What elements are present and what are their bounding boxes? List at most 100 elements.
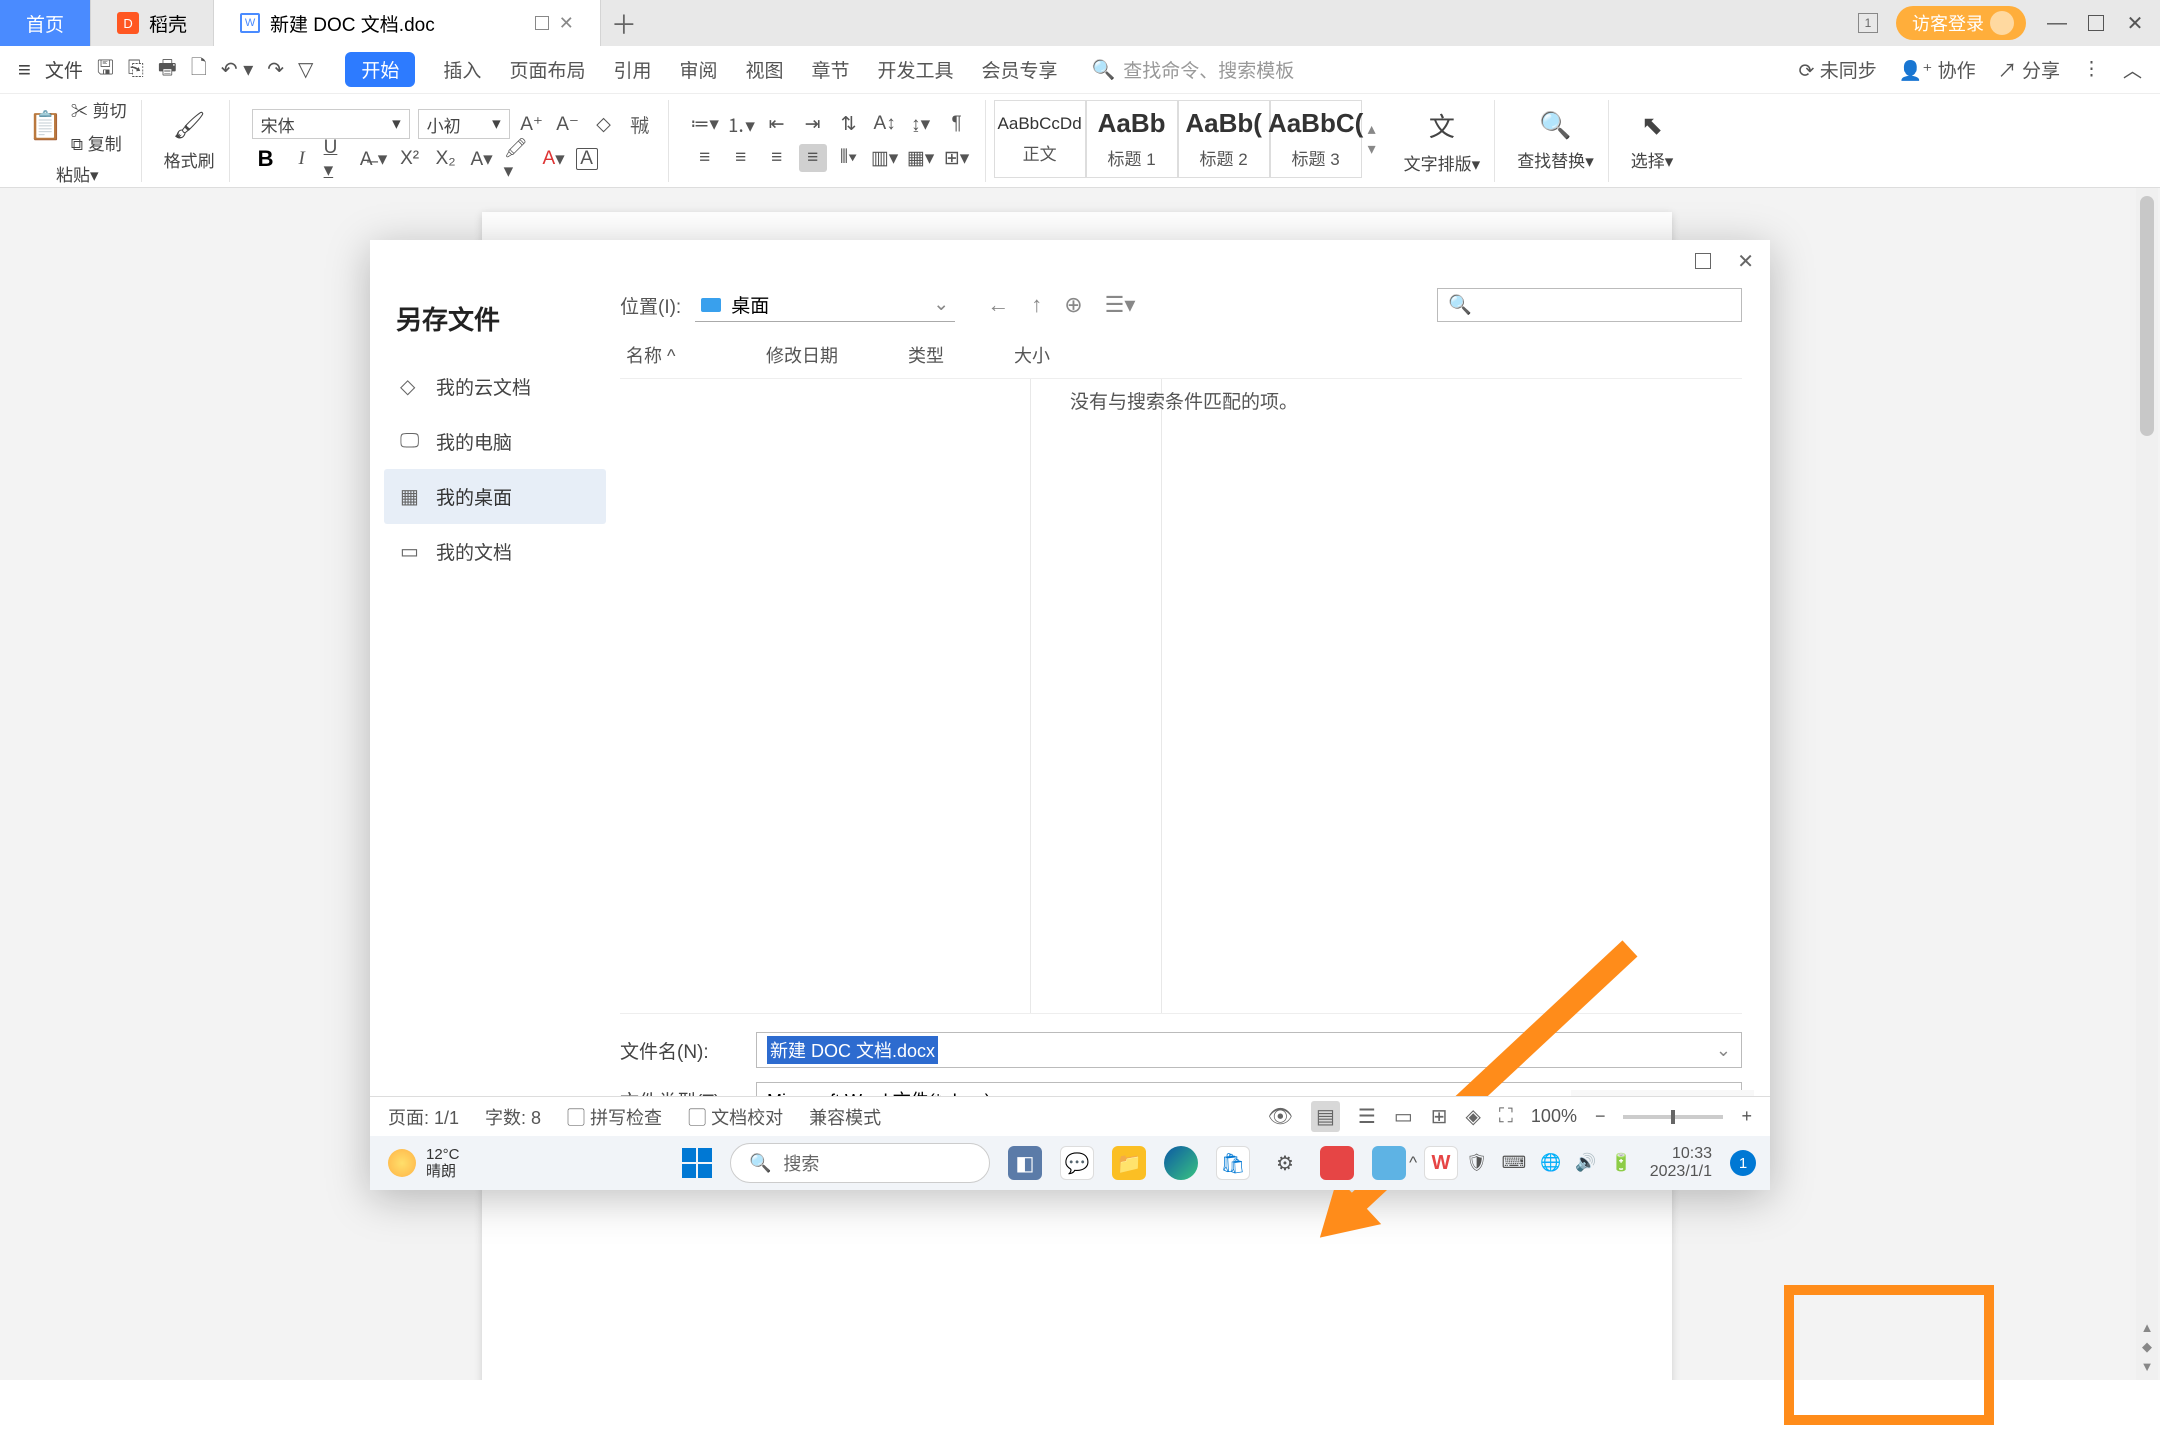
style-heading1[interactable]: AaBb标题 1 — [1086, 100, 1178, 178]
clock[interactable]: 10:332023/1/1 — [1650, 1145, 1712, 1181]
menu-ref[interactable]: 引用 — [613, 56, 651, 83]
app-red-icon[interactable] — [1320, 1146, 1354, 1180]
clear-format-icon[interactable]: ◇ — [590, 110, 618, 138]
columns-icon[interactable]: ▥▾ — [871, 144, 899, 172]
show-marks-icon[interactable]: ¶ — [943, 110, 971, 138]
borders-icon[interactable]: ⊞▾ — [943, 144, 971, 172]
spell-check[interactable]: ▢ 拼写检查 — [567, 1104, 662, 1130]
col-date[interactable]: 修改日期 — [766, 342, 838, 368]
add-tab-button[interactable]: ＋ — [601, 0, 647, 46]
collapse-ribbon-icon[interactable]: ︿ — [2123, 56, 2142, 83]
italic-button[interactable]: I — [288, 145, 316, 173]
menu-view[interactable]: 视图 — [745, 56, 783, 83]
hamburger-icon[interactable]: ≡ — [18, 57, 31, 83]
style-heading3[interactable]: AaBbC(标题 3 — [1270, 100, 1362, 178]
cut-button[interactable]: ✂ 剪切 — [71, 97, 127, 122]
vertical-scrollbar[interactable]: ▲◆▼ — [2136, 188, 2158, 1380]
app-blue-icon[interactable] — [1372, 1146, 1406, 1180]
close-button[interactable]: ✕ — [2122, 11, 2148, 36]
weather-widget[interactable]: 12°C晴朗 — [370, 1146, 460, 1180]
volume-icon[interactable]: 🔊 — [1575, 1153, 1596, 1173]
menu-review[interactable]: 审阅 — [679, 56, 717, 83]
dialog-close-icon[interactable]: ✕ — [1737, 249, 1754, 274]
underline-button[interactable]: U ▾ — [324, 145, 352, 173]
search-command[interactable]: 🔍 查找命令、搜索模板 — [1092, 56, 1295, 83]
style-normal[interactable]: AaBbCcDd正文 — [994, 100, 1086, 178]
tab-close-icon[interactable]: ✕ — [559, 13, 574, 34]
sidebar-my-desktop[interactable]: ▦我的桌面 — [384, 469, 606, 524]
copy-button[interactable]: ⧉ 复制 — [71, 130, 127, 155]
collab-button[interactable]: 👤⁺ 协作 — [1899, 56, 1976, 83]
share-button[interactable]: ↗ 分享 — [1998, 56, 2060, 83]
settings-icon[interactable]: ⚙ — [1268, 1146, 1302, 1180]
maximize-button[interactable] — [2088, 15, 2104, 31]
print-preview-icon[interactable]: 🗋 — [191, 53, 207, 87]
back-icon[interactable]: ← — [987, 292, 1009, 318]
font-color-button[interactable]: A▾ — [540, 145, 568, 173]
fit-icon[interactable]: ⛶ — [1499, 1105, 1513, 1128]
align-justify-icon[interactable]: ≡ — [799, 144, 827, 172]
tab-document[interactable]: W新建 DOC 文档.doc✕ — [214, 0, 601, 46]
page-indicator[interactable]: 页面: 1/1 — [388, 1104, 459, 1130]
menu-dev[interactable]: 开发工具 — [878, 56, 954, 83]
text-effects-button[interactable]: A▾ — [468, 145, 496, 173]
read-view-icon[interactable]: ▭ — [1394, 1104, 1413, 1129]
store-icon[interactable]: 🛍 — [1216, 1146, 1250, 1180]
menu-chapter[interactable]: 章节 — [812, 56, 850, 83]
word-count[interactable]: 字数: 8 — [485, 1104, 541, 1130]
col-size[interactable]: 大小 — [1014, 342, 1050, 368]
align-right-icon[interactable]: ≡ — [763, 144, 791, 172]
location-select[interactable]: 桌面⌄ — [695, 288, 955, 322]
chat-icon[interactable]: 💬 — [1060, 1146, 1094, 1180]
security-icon[interactable]: 🛡 — [1466, 1153, 1488, 1173]
col-type[interactable]: 类型 — [908, 342, 944, 368]
format-brush-group[interactable]: 🖌格式刷 — [150, 100, 230, 182]
eye-icon[interactable]: 👁 — [1268, 1104, 1293, 1129]
char-border-button[interactable]: A — [576, 148, 598, 170]
font-family-select[interactable]: 宋体▾ — [252, 109, 410, 139]
align-left-icon[interactable]: ≡ — [691, 144, 719, 172]
col-name[interactable]: 名称 ^ — [626, 342, 696, 368]
tab-window-icon[interactable] — [535, 16, 549, 30]
select-button[interactable]: ⬉选择▾ — [1617, 100, 1688, 182]
print-icon[interactable]: 🖶 — [158, 53, 177, 87]
zoom-in-icon[interactable]: + — [1741, 1106, 1752, 1127]
more-icon[interactable]: ⋮ — [2082, 58, 2101, 81]
styles-more-icon[interactable]: ▴▾ — [1362, 100, 1382, 178]
line-spacing-icon[interactable]: ↨▾ — [907, 110, 935, 138]
window-layout-icon[interactable]: 1 — [1858, 13, 1878, 33]
zoom-level[interactable]: 100% — [1531, 1106, 1577, 1127]
start-button[interactable] — [682, 1148, 712, 1178]
shading-icon[interactable]: ▦▾ — [907, 144, 935, 172]
style-heading2[interactable]: AaBb(标题 2 — [1178, 100, 1270, 178]
save-icon[interactable]: 🖫 — [97, 53, 114, 87]
sort-icon[interactable]: ⇅ — [835, 110, 863, 138]
dialog-search-input[interactable]: 🔍 — [1437, 288, 1742, 322]
font-size-select[interactable]: 小初▾ — [418, 109, 510, 139]
edge-icon[interactable] — [1164, 1146, 1198, 1180]
find-replace-button[interactable]: 🔍查找替换▾ — [1503, 100, 1609, 182]
wps-icon[interactable]: W — [1424, 1146, 1458, 1180]
tab-home[interactable]: 首页 — [0, 0, 91, 46]
decrease-font-icon[interactable]: A⁻ — [554, 110, 582, 138]
dialog-maximize-icon[interactable] — [1695, 253, 1711, 269]
battery-icon[interactable]: 🔋 — [1611, 1153, 1632, 1173]
decrease-indent-icon[interactable]: ⇤ — [763, 110, 791, 138]
paste-icon[interactable]: 📋 — [28, 109, 63, 142]
distribute-icon[interactable]: ⫴▾ — [835, 144, 863, 172]
menu-insert[interactable]: 插入 — [443, 56, 481, 83]
redo-icon[interactable]: ↷ — [267, 57, 284, 82]
sidebar-my-computer[interactable]: 🖵我的电脑 — [384, 414, 606, 469]
numbering-icon[interactable]: ⒈▾ — [727, 110, 755, 138]
typeset-button[interactable]: 文文字排版▾ — [1390, 100, 1496, 182]
align-center-icon[interactable]: ≡ — [727, 144, 755, 172]
file-menu[interactable]: 文件 — [45, 56, 83, 83]
filename-input[interactable]: 新建 DOC 文档.docx⌄ — [756, 1032, 1742, 1068]
zoom-slider[interactable] — [1623, 1115, 1723, 1119]
text-direction-icon[interactable]: A↕ — [871, 110, 899, 138]
taskbar-search[interactable]: 🔍 搜索 — [730, 1143, 990, 1183]
doc-proof[interactable]: ▢ 文档校对 — [688, 1104, 783, 1130]
styles-gallery[interactable]: AaBbCcDd正文 AaBb标题 1 AaBb(标题 2 AaBbC(标题 3… — [994, 100, 1382, 178]
view-mode-icon[interactable]: ☰▾ — [1105, 292, 1136, 318]
superscript-button[interactable]: X² — [396, 145, 424, 173]
